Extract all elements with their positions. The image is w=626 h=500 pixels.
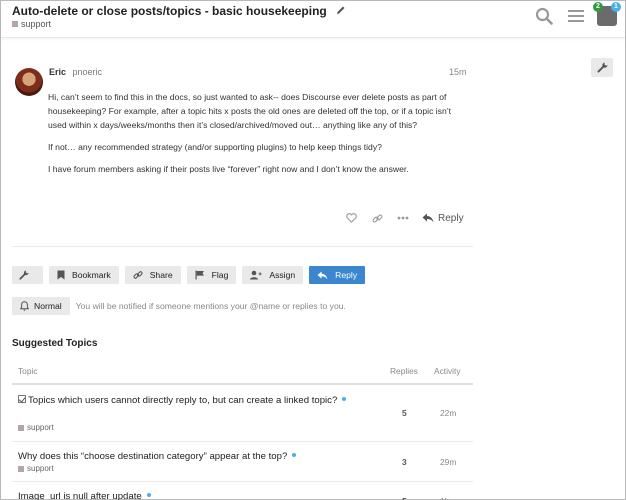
table-row[interactable]: Topics which users cannot directly reply… <box>12 385 473 442</box>
author-avatar[interactable] <box>15 68 43 96</box>
suggested-topic-title[interactable]: Image_url is null after update <box>18 490 358 500</box>
post-reply-label: Reply <box>438 212 464 224</box>
bookmark-label: Bookmark <box>72 270 111 280</box>
post-paragraph: I have forum members asking if their pos… <box>48 164 409 174</box>
category-color-swatch <box>18 465 24 472</box>
suggested-topic-category[interactable]: support <box>18 464 54 473</box>
author-username[interactable]: Eric <box>49 67 66 77</box>
reply-label: Reply <box>335 270 358 280</box>
admin-wrench-button[interactable] <box>12 266 43 284</box>
suggested-topic-activity[interactable]: 1h <box>440 496 449 500</box>
post-reply-button[interactable]: Reply <box>422 213 464 224</box>
post-time[interactable]: 15m <box>449 67 467 77</box>
author-fullname[interactable]: pnoeric <box>73 67 103 77</box>
notification-level-label: Normal <box>34 301 62 311</box>
suggested-topic-activity[interactable]: 22m <box>440 408 456 418</box>
search-icon[interactable] <box>533 5 555 27</box>
flag-icon <box>195 270 204 280</box>
topic-title-row[interactable]: Auto-delete or close posts/topics - basi… <box>12 4 346 18</box>
suggested-topics-heading: Suggested Topics <box>12 338 98 349</box>
flag-button[interactable]: Flag <box>186 266 237 284</box>
column-header-topic[interactable]: Topic <box>18 366 38 376</box>
notification-row: Normal You will be notified if someone m… <box>12 297 346 315</box>
current-user-avatar[interactable]: 2 1 <box>593 2 621 26</box>
link-icon[interactable] <box>370 211 384 225</box>
topic-title[interactable]: Auto-delete or close posts/topics - basi… <box>12 4 327 18</box>
topic-category[interactable]: support <box>12 19 51 29</box>
topic-admin-wrench-icon[interactable] <box>591 58 613 77</box>
post-paragraph: Hi, can’t seem to find this in the docs,… <box>48 92 452 130</box>
column-header-replies[interactable]: Replies <box>390 366 418 376</box>
topic-footer-buttons: Bookmark Share Flag Assign Reply <box>12 266 366 284</box>
suggested-topic-category-label: support <box>27 423 54 432</box>
suggested-topic-replies: 5 <box>402 496 407 500</box>
bell-icon <box>20 301 29 311</box>
notification-description: You will be notified if someone mentions… <box>75 301 346 311</box>
suggested-topic-title[interactable]: Why does this “choose destination catego… <box>18 450 358 464</box>
edit-pencil-icon[interactable] <box>336 4 346 18</box>
more-ellipsis-icon[interactable] <box>396 211 410 225</box>
unread-dot-icon <box>292 453 297 457</box>
hamburger-menu-icon[interactable] <box>565 5 587 27</box>
suggested-topic-category[interactable]: support <box>18 423 54 432</box>
post-meta: Eric pnoeric <box>49 67 102 77</box>
category-color-swatch <box>12 21 18 27</box>
share-link-icon <box>133 271 143 279</box>
unread-dot-icon <box>146 493 151 497</box>
assign-label: Assign <box>269 270 296 280</box>
suggested-topic-category-label: support <box>27 464 54 473</box>
assign-button[interactable]: Assign <box>242 266 304 284</box>
category-color-swatch <box>18 424 24 431</box>
suggested-topic-replies: 5 <box>402 408 407 418</box>
topic-category-label: support <box>21 19 52 29</box>
message-badge: 1 <box>611 2 621 12</box>
post-paragraph: If not… any recommended strategy (and/or… <box>48 142 382 152</box>
reply-arrow-icon <box>317 270 328 280</box>
suggested-topic-title-text: Topics which users cannot directly reply… <box>28 395 338 406</box>
share-button[interactable]: Share <box>124 266 181 284</box>
header-icons: 2 1 <box>533 2 621 27</box>
table-row[interactable]: Why does this “choose destination catego… <box>12 442 473 482</box>
solved-checkbox-icon <box>18 395 26 403</box>
unread-dot-icon <box>342 397 347 401</box>
suggested-topic-title[interactable]: Topics which users cannot directly reply… <box>18 394 358 408</box>
notification-badge: 2 <box>593 2 603 12</box>
flag-label: Flag <box>211 270 229 280</box>
site-header: Auto-delete or close posts/topics - basi… <box>1 1 625 38</box>
post-divider <box>12 246 473 247</box>
post-actions: Reply <box>344 211 464 225</box>
column-header-activity[interactable]: Activity <box>434 366 461 376</box>
share-label: Share <box>149 270 173 280</box>
post-body: Hi, can’t seem to find this in the docs,… <box>48 90 468 184</box>
bookmark-button[interactable]: Bookmark <box>49 266 119 284</box>
notification-level-button[interactable]: Normal <box>12 297 70 315</box>
suggested-topic-title-text: Why does this “choose destination catego… <box>18 451 288 462</box>
user-plus-icon <box>250 270 262 280</box>
like-heart-icon[interactable] <box>344 211 358 225</box>
table-row[interactable]: Image_url is null after update 5 1h <box>12 482 473 500</box>
reply-button[interactable]: Reply <box>309 266 366 284</box>
suggested-topic-activity[interactable]: 29m <box>440 457 456 467</box>
suggested-topic-title-text: Image_url is null after update <box>18 491 142 500</box>
suggested-topic-replies: 3 <box>402 457 407 467</box>
bookmark-icon <box>57 270 65 280</box>
